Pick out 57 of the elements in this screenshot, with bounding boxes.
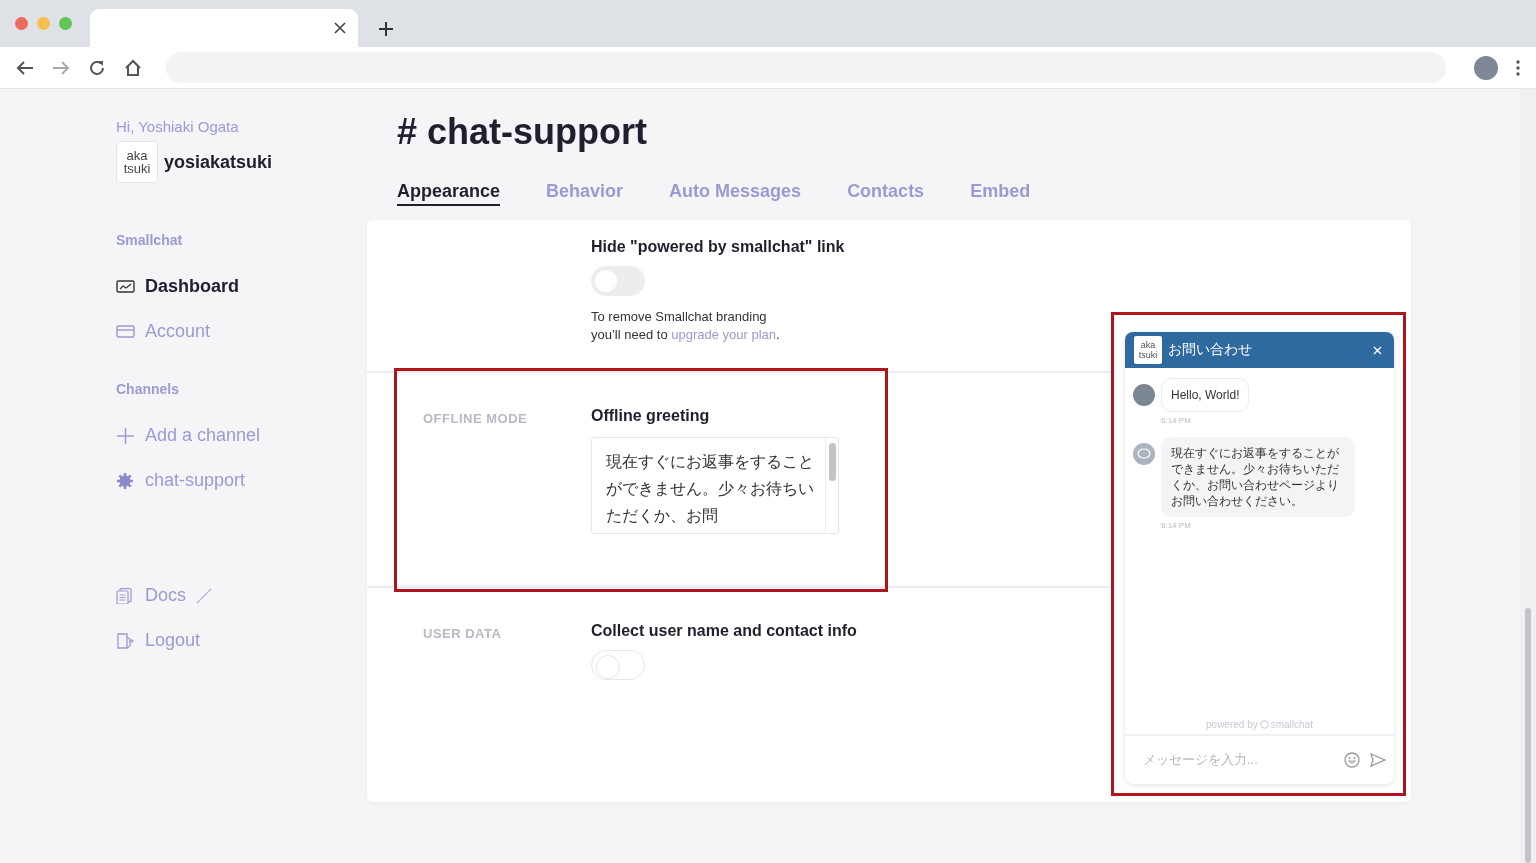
gear-icon — [116, 472, 135, 489]
nav-item[interactable]: Account — [116, 309, 211, 354]
widget-logo: aka tsuki — [1134, 336, 1162, 364]
maximize-window-button[interactable] — [59, 17, 72, 30]
smiley-icon[interactable] — [1344, 752, 1360, 768]
chat-bubble-icon — [1133, 443, 1155, 465]
workspace-logo: aka tsuki — [116, 141, 158, 183]
profile-avatar[interactable] — [1474, 55, 1498, 80]
user-avatar — [1133, 384, 1155, 406]
credit-card-icon — [116, 323, 135, 340]
close-icon[interactable] — [334, 22, 346, 34]
nav-item[interactable]: Logout — [116, 618, 201, 663]
greeting-text: Hi, Yoshiaki Ogata — [116, 118, 239, 135]
settings-tab[interactable]: Embed — [970, 181, 1031, 206]
plus-icon — [116, 427, 135, 444]
send-icon[interactable] — [1370, 753, 1386, 767]
close-window-button[interactable] — [15, 17, 28, 30]
chart-icon — [116, 278, 135, 295]
message-input[interactable]: メッセージを入力... — [1143, 751, 1334, 769]
nav-item[interactable]: Docs — [116, 573, 212, 618]
logo-ring-icon — [1259, 720, 1269, 729]
settings-tab[interactable]: Behavior — [546, 181, 624, 206]
message-bubble: Hello, World! — [1161, 378, 1250, 412]
section-heading: Channels — [116, 381, 179, 397]
settings-tab[interactable]: Contacts — [847, 181, 925, 206]
setting-title: Hide "powered by smallchat" link — [591, 238, 845, 256]
logout-icon — [116, 632, 135, 649]
message-time: 6:14 PM — [1161, 521, 1191, 530]
powered-by-text: powered by — [1206, 719, 1258, 730]
section-heading: Smallchat — [116, 232, 183, 248]
external-link-icon — [196, 587, 212, 604]
scrollbar-thumb[interactable] — [1525, 608, 1531, 863]
message-time: 6:14 PM — [1161, 416, 1191, 425]
upgrade-link[interactable]: upgrade your plan — [671, 327, 777, 342]
more-menu-icon[interactable] — [1516, 59, 1520, 76]
nav-item[interactable]: Add a channel — [116, 413, 261, 458]
greeting-textarea[interactable]: 現在すぐにお返事をすることができません。少々お待ちいただくか、お問 — [591, 437, 839, 534]
settings-tab[interactable]: Appearance — [397, 181, 501, 206]
workspace-name: yosiakatsuki — [164, 151, 273, 173]
channel-title: # chat-support — [397, 111, 647, 153]
toggle-switch[interactable] — [591, 650, 645, 680]
nav-item[interactable]: Dashboard — [116, 264, 240, 309]
message-bubble: 現在すぐにお返事をすることができません。少々お待ちいただくか、お問い合わせページよりお問い合わせください。 — [1161, 437, 1355, 517]
back-icon[interactable] — [16, 59, 34, 76]
section-label: USER DATA — [423, 626, 502, 641]
setting-title: Offline greeting — [591, 407, 710, 425]
setting-title: Collect user name and contact info — [591, 622, 857, 640]
section-label: OFFLINE MODE — [423, 411, 528, 426]
branding-note: To remove Smallchat branding you’ll need to upgrade your plan. — [591, 308, 781, 344]
widget-title: お問い合わせ — [1168, 341, 1253, 359]
new-tab-icon[interactable] — [378, 21, 394, 37]
reload-icon[interactable] — [88, 58, 106, 77]
home-icon[interactable] — [124, 58, 142, 77]
nav-item[interactable]: chat-support — [116, 458, 246, 503]
documents-icon — [116, 587, 135, 604]
settings-tab[interactable]: Auto Messages — [669, 181, 802, 206]
forward-icon[interactable] — [52, 59, 70, 76]
